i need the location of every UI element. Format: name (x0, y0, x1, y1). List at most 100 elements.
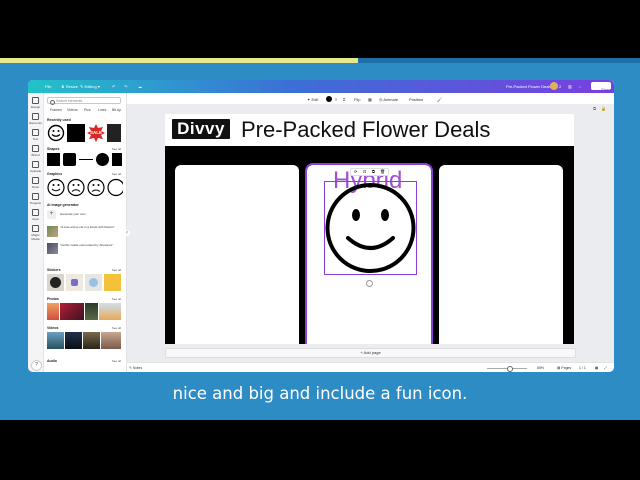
edit-button[interactable]: ✦ Edit (307, 97, 318, 102)
sticker-record-thumb[interactable] (47, 274, 64, 291)
share-label: Share (601, 87, 612, 92)
add-page-button[interactable]: + Add page (165, 348, 576, 358)
analytics-icon[interactable]: ▥ (568, 84, 572, 89)
shapes-see-all[interactable]: See all (112, 147, 121, 151)
fullscreen-icon[interactable]: ⤢ (604, 366, 607, 370)
avatar[interactable] (550, 82, 558, 90)
animate-button[interactable]: ◎ Animate (379, 97, 398, 102)
flip-button[interactable]: Flip (354, 97, 360, 102)
generate-own-link[interactable]: Generate your own (60, 212, 120, 216)
rail-item-brand[interactable]: Brand (28, 145, 43, 157)
card-left[interactable] (175, 165, 299, 344)
sticker-shape-thumb[interactable] (85, 274, 102, 291)
rail-item-apps[interactable]: Apps (28, 209, 43, 221)
rotate-handle[interactable] (366, 280, 373, 287)
comment-icon[interactable]: ◌ (579, 84, 581, 89)
audio-see-all[interactable]: See all (112, 359, 121, 363)
photo-thumb-2[interactable] (60, 303, 84, 320)
shape-line[interactable] (79, 159, 93, 160)
color-swatch[interactable] (326, 96, 332, 102)
document-title[interactable]: Pre-Packed Flower Deals (506, 84, 551, 89)
sticker-yellow-thumb[interactable] (104, 274, 121, 291)
rail-item-projects[interactable]: Projects (28, 193, 43, 205)
shape-square[interactable] (47, 153, 60, 166)
file-menu[interactable]: File (45, 84, 51, 89)
grid-view-icon[interactable]: ▦ (595, 366, 598, 370)
element-float-toolbar[interactable]: ⟳ ⊡ ⧉ 🗑 (350, 168, 389, 176)
photo-thumb-4[interactable] (99, 303, 121, 320)
zoom-level[interactable]: 65% (537, 366, 544, 370)
rail-item-design[interactable]: Design (28, 97, 43, 109)
rail-item-elements[interactable]: Elements (28, 113, 43, 125)
recent-black-square-thumb[interactable] (67, 124, 85, 142)
prompt1-text[interactable]: "A cute anime cat in a forest with flowe… (60, 225, 120, 229)
graphics-emoji-row[interactable] (47, 178, 123, 197)
border-style-icon[interactable]: ≡ (335, 97, 337, 102)
zoom-slider-knob[interactable] (507, 366, 513, 372)
recent-smiley-thumb[interactable] (47, 124, 65, 142)
apps-icon (32, 209, 39, 216)
video-thumb-3[interactable] (83, 332, 100, 349)
videos-see-all[interactable]: See all (112, 326, 121, 330)
ai-generator-heading: AI image generator (47, 203, 79, 207)
selection-box[interactable] (324, 181, 417, 275)
card-center[interactable]: Hybrid ⟳ ⊡ ⧉ 🗑 (305, 163, 433, 344)
copy-style-icon[interactable]: 🖌 (437, 97, 442, 102)
slide-title[interactable]: Pre-Packed Flower Deals (241, 117, 490, 143)
duplicate-icon[interactable]: ⧉ (593, 106, 596, 111)
position-button[interactable]: Position (409, 97, 423, 102)
photos-heading: Photos (47, 297, 59, 301)
rail-item-magic-media[interactable]: Magic Media (28, 225, 43, 241)
shape-circle[interactable] (96, 153, 109, 166)
shape-rounded-square[interactable] (63, 153, 76, 166)
delete-icon[interactable]: 🗑 (380, 169, 385, 174)
lock-icon[interactable]: 🔒 (601, 106, 606, 111)
tab-pics[interactable]: Pics (84, 108, 91, 112)
tab-frames[interactable]: Frames (50, 108, 62, 112)
notes-icon: ✎ (129, 366, 132, 370)
rail-item-text[interactable]: Text (28, 129, 43, 141)
recent-sale-thumb[interactable]: SALE (87, 124, 105, 142)
stickers-see-all[interactable]: See all (112, 268, 121, 272)
rail-item-draw[interactable]: Draw (28, 177, 43, 189)
photo-thumb-1[interactable] (47, 303, 59, 320)
slide-header: Divvy Pre-Packed Flower Deals (165, 114, 574, 146)
sticker-doodle-thumb[interactable] (66, 274, 83, 291)
pages-button[interactable]: ▤ Pages (557, 366, 571, 370)
prompt2-thumb[interactable] (47, 243, 58, 254)
video-thumb-4[interactable] (101, 332, 121, 349)
share-button[interactable]: Share (591, 82, 612, 92)
brand-icon (32, 145, 39, 152)
editing-menu[interactable]: ✎ Editing ▾ (80, 84, 100, 89)
smiley-face-icon[interactable] (325, 182, 416, 274)
refresh-icon[interactable]: ⟳ (354, 169, 357, 174)
video-thumb-1[interactable] (47, 332, 64, 349)
lock-element-icon[interactable]: ⊡ (363, 169, 366, 174)
copy-element-icon[interactable]: ⧉ (372, 169, 375, 174)
photos-see-all[interactable]: See all (112, 297, 121, 301)
half-face-graphic-icon (107, 178, 123, 197)
undo-icon[interactable]: ↶ (112, 84, 115, 89)
video-thumb-2[interactable] (65, 332, 82, 349)
tab-lines[interactable]: Lines (98, 108, 106, 112)
shape-rect[interactable] (112, 153, 122, 166)
generate-plus-icon[interactable]: + (47, 210, 56, 219)
notes-button[interactable]: ✎ Notes (129, 366, 142, 370)
design-slide[interactable]: Divvy Pre-Packed Flower Deals Hybrid ⟳ ⊡… (165, 114, 574, 344)
search-input[interactable]: Search elements (47, 97, 121, 105)
recent-dark-thumb[interactable] (107, 124, 121, 142)
rail-item-uploads[interactable]: Uploads (28, 161, 43, 173)
photo-thumb-3[interactable] (85, 303, 98, 320)
collapse-panel-icon[interactable]: ‹ (124, 230, 130, 236)
resize-button[interactable]: ♛ Resize (61, 84, 78, 89)
card-right[interactable] (439, 165, 563, 344)
transparency-icon[interactable]: ▦ (368, 97, 372, 102)
help-icon[interactable]: ? (31, 360, 42, 371)
prompt1-thumb[interactable] (47, 226, 58, 237)
tab-more[interactable]: Bit Ap (112, 108, 121, 112)
graphics-see-all[interactable]: See all (112, 172, 121, 176)
tab-videos[interactable]: Videos (67, 108, 78, 112)
prompt2-text[interactable]: "Gothic castle surrounded by dinosaurs" (60, 243, 120, 247)
crop-icon[interactable]: ⌗ (343, 97, 345, 102)
redo-icon[interactable]: ↷ (124, 84, 127, 89)
